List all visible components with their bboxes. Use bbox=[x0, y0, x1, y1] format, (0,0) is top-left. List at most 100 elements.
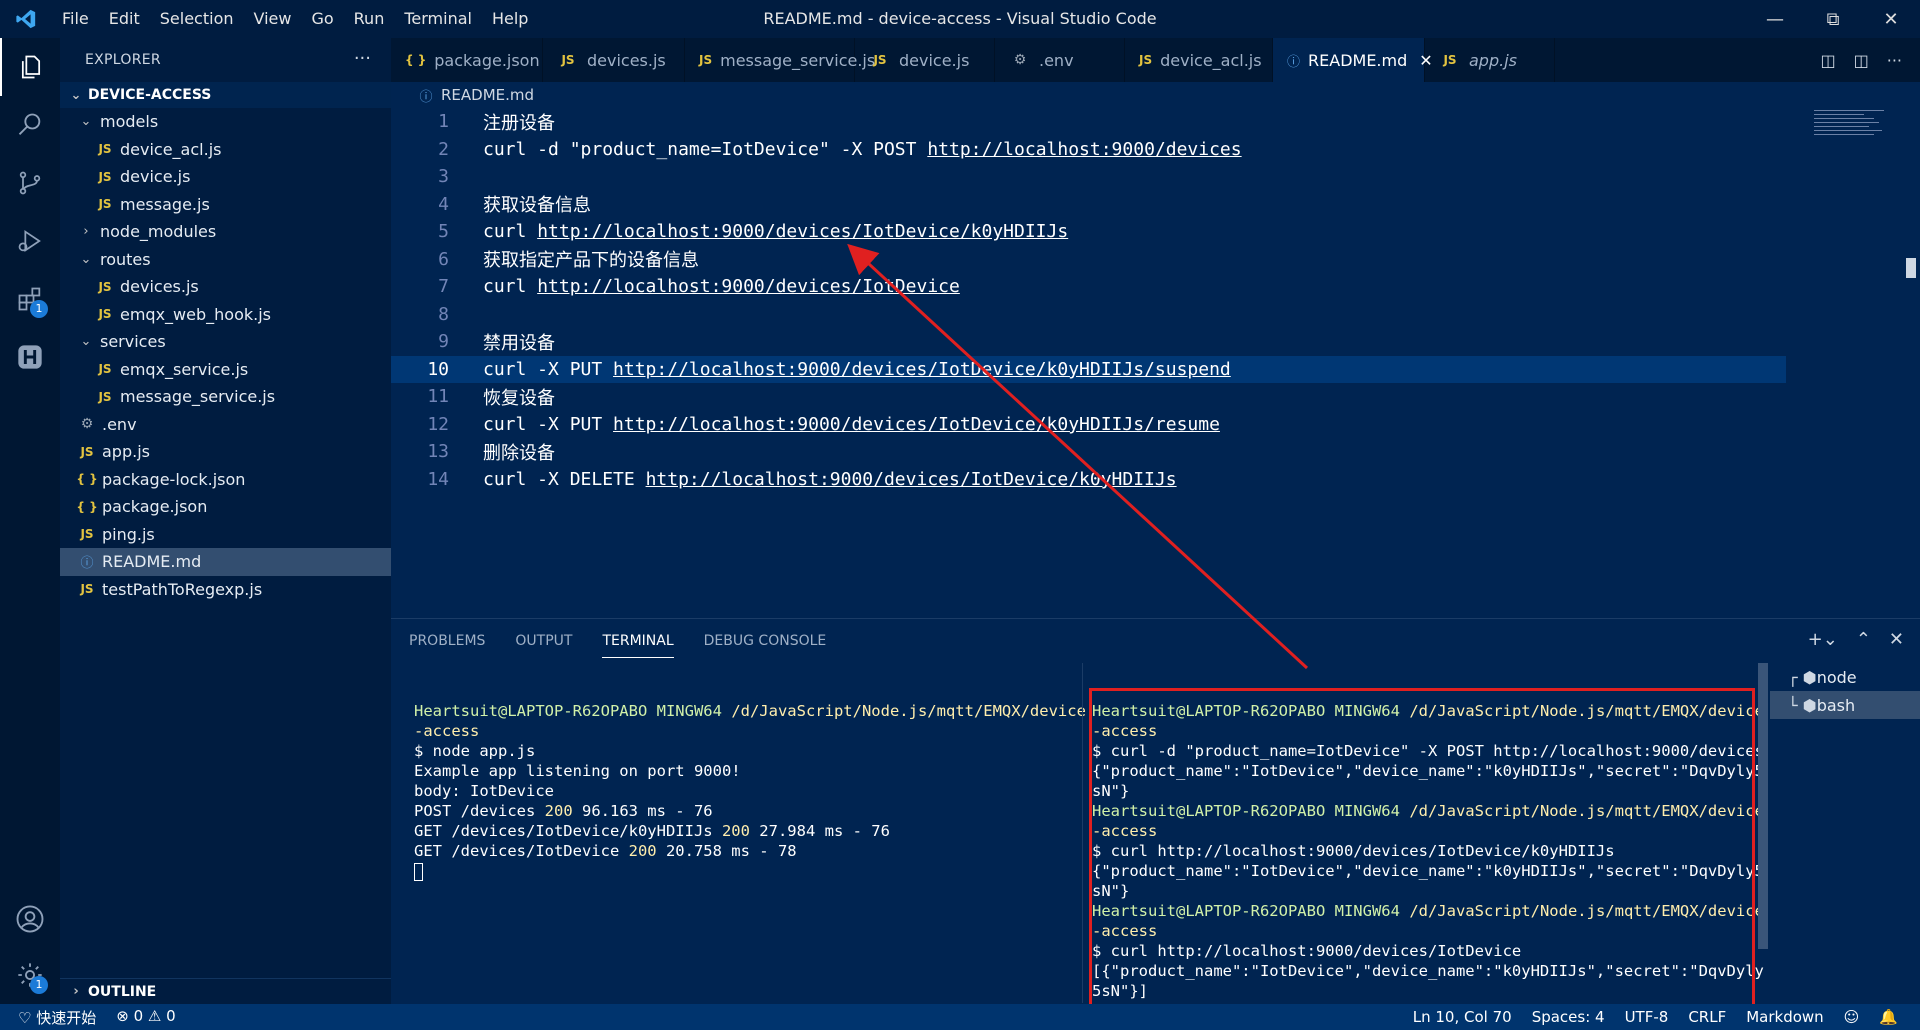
code-line[interactable]: 2 curl -d "product_name=IotDevice" -X POS… bbox=[391, 136, 1786, 164]
tab-devices-js[interactable]: JS devices.js bbox=[543, 38, 685, 82]
terminal-scrollbar[interactable] bbox=[1758, 663, 1768, 949]
maximize-panel-icon[interactable]: ⌃ bbox=[1856, 629, 1871, 650]
code-link[interactable]: http://localhost:9000/devices/IotDevice/… bbox=[613, 359, 1231, 380]
menu-selection[interactable]: Selection bbox=[150, 0, 244, 38]
code-line[interactable]: 8 bbox=[391, 301, 1786, 329]
file-item[interactable]: JS message.js bbox=[60, 191, 391, 219]
terminal-node[interactable]: Heartsuit@LAPTOP-R62OPABO MINGW64 /d/Jav… bbox=[414, 701, 1086, 881]
file-item[interactable]: JS device.js bbox=[60, 163, 391, 191]
terminal-bash[interactable]: Heartsuit@LAPTOP-R62OPABO MINGW64 /d/Jav… bbox=[1092, 701, 1764, 1001]
menu-file[interactable]: File bbox=[52, 0, 99, 38]
file-item[interactable]: ⚙ .env bbox=[60, 411, 391, 439]
file-item[interactable]: JS emqx_web_hook.js bbox=[60, 301, 391, 329]
cursor-position[interactable]: Ln 10, Col 70 bbox=[1413, 1008, 1512, 1026]
folder-item[interactable]: ⌄ models bbox=[60, 108, 391, 136]
more-editor-actions-icon[interactable]: ··· bbox=[1887, 51, 1902, 70]
close-window-icon[interactable]: ✕ bbox=[1862, 0, 1920, 38]
tab-device-js[interactable]: JS device.js bbox=[855, 38, 995, 82]
code-line[interactable]: 3 bbox=[391, 163, 1786, 191]
tab-readme-md[interactable]: ⓘ README.md ✕ bbox=[1273, 38, 1433, 82]
source-control-icon[interactable] bbox=[0, 154, 60, 212]
quick-start-item[interactable]: ♡ 快速开始 bbox=[18, 1007, 96, 1028]
code-line[interactable]: 5 curl http://localhost:9000/devices/IotD… bbox=[391, 218, 1786, 246]
code-line[interactable]: 13 删除设备 bbox=[391, 438, 1786, 466]
search-icon[interactable] bbox=[0, 96, 60, 154]
restore-icon[interactable]: ⧉ bbox=[1804, 0, 1862, 38]
new-terminal-icon[interactable]: +⌄ bbox=[1808, 629, 1838, 650]
more-actions-icon[interactable]: ··· bbox=[354, 48, 371, 69]
code-line[interactable]: 12 curl -X PUT http://localhost:9000/devi… bbox=[391, 411, 1786, 439]
code-link[interactable]: http://localhost:9000/devices/IotDevice/… bbox=[613, 414, 1220, 435]
code-link[interactable]: http://localhost:9000/devices/IotDevice bbox=[537, 276, 960, 297]
folder-item[interactable]: › node_modules bbox=[60, 218, 391, 246]
code-line[interactable]: 10 curl -X PUT http://localhost:9000/devi… bbox=[391, 355, 1786, 383]
file-item[interactable]: ⓘ README.md bbox=[60, 548, 391, 576]
error-count: 0 bbox=[133, 1006, 144, 1025]
code-line[interactable]: 7 curl http://localhost:9000/devices/IotD… bbox=[391, 273, 1786, 301]
file-item[interactable]: JS app.js bbox=[60, 438, 391, 466]
menu-view[interactable]: View bbox=[244, 0, 302, 38]
panel-tab-output[interactable]: OUTPUT bbox=[515, 633, 572, 658]
code-line[interactable]: 4 获取设备信息 bbox=[391, 191, 1786, 219]
encoding[interactable]: UTF-8 bbox=[1625, 1008, 1669, 1026]
menu-help[interactable]: Help bbox=[482, 0, 538, 38]
feedback-icon[interactable]: ☺ bbox=[1844, 1008, 1860, 1026]
tab-message-service-js[interactable]: JS message_service.js bbox=[685, 38, 875, 82]
tab-app-js[interactable]: JS app.js bbox=[1425, 38, 1555, 82]
code-line[interactable]: 9 禁用设备 bbox=[391, 328, 1786, 356]
extensions-icon[interactable]: 1 bbox=[0, 270, 60, 328]
file-item[interactable]: { } package.json bbox=[60, 493, 391, 521]
settings-gear-icon[interactable]: 1 bbox=[0, 946, 60, 1004]
open-preview-icon[interactable]: ◫ bbox=[1820, 51, 1835, 70]
folder-item[interactable]: ⌄ services bbox=[60, 328, 391, 356]
account-icon[interactable] bbox=[0, 890, 60, 948]
file-item[interactable]: JS devices.js bbox=[60, 273, 391, 301]
code-line[interactable]: 11 恢复设备 bbox=[391, 383, 1786, 411]
file-item[interactable]: JS ping.js bbox=[60, 521, 391, 549]
code-link[interactable]: http://localhost:9000/devices/IotDevice/… bbox=[646, 469, 1177, 490]
panel-tab-problems[interactable]: PROBLEMS bbox=[409, 633, 485, 658]
code-editor[interactable]: 1 注册设备 2 curl -d "product_name=IotDevice" -… bbox=[391, 108, 1920, 618]
menu-edit[interactable]: Edit bbox=[99, 0, 150, 38]
line-ending[interactable]: CRLF bbox=[1688, 1008, 1726, 1026]
language-mode[interactable]: Markdown bbox=[1746, 1008, 1823, 1026]
file-item[interactable]: JS message_service.js bbox=[60, 383, 391, 411]
breadcrumb[interactable]: ⓘ README.md bbox=[415, 84, 534, 106]
folder-item[interactable]: ⌄ routes bbox=[60, 246, 391, 274]
tab-package-json[interactable]: { } package.json bbox=[391, 38, 543, 82]
terminal-instance[interactable]: ┌ ⬢ node bbox=[1770, 663, 1920, 691]
code-line[interactable]: 14 curl -X DELETE http://localhost:9000/d… bbox=[391, 466, 1786, 494]
menu-run[interactable]: Run bbox=[344, 0, 395, 38]
explorer-icon[interactable] bbox=[0, 38, 60, 96]
close-panel-icon[interactable]: ✕ bbox=[1889, 629, 1904, 650]
file-item[interactable]: { } package-lock.json bbox=[60, 466, 391, 494]
file-item[interactable]: JS testPathToRegexp.js bbox=[60, 576, 391, 604]
problems-summary[interactable]: ⊗ 0 ⚠ 0 bbox=[116, 1007, 175, 1028]
code-link[interactable]: http://localhost:9000/devices bbox=[927, 139, 1241, 160]
tab-device-acl-js[interactable]: JS device_acl.js bbox=[1125, 38, 1273, 82]
tab--env[interactable]: ⚙ .env bbox=[995, 38, 1125, 82]
menu-terminal[interactable]: Terminal bbox=[394, 0, 482, 38]
code-link[interactable]: http://localhost:9000/devices/IotDevice/… bbox=[537, 221, 1068, 242]
minimap[interactable] bbox=[1814, 108, 1894, 148]
terminal-instance[interactable]: └ ⬢ bash bbox=[1770, 691, 1920, 719]
outline-section[interactable]: › OUTLINE bbox=[60, 978, 391, 1004]
panel-tab-debug-console[interactable]: DEBUG CONSOLE bbox=[704, 633, 827, 658]
panel-tab-terminal[interactable]: TERMINAL bbox=[602, 633, 674, 658]
minimize-icon[interactable]: — bbox=[1746, 0, 1804, 38]
code-line[interactable]: 6 获取指定产品下的设备信息 bbox=[391, 246, 1786, 274]
h-extension-icon[interactable] bbox=[0, 328, 60, 386]
split-editor-icon[interactable]: ◫ bbox=[1854, 51, 1869, 70]
editor-scrollbar[interactable] bbox=[1906, 258, 1916, 278]
file-item[interactable]: JS emqx_service.js bbox=[60, 356, 391, 384]
terminal-output: [{"product_name":"IotDevice","device_nam… bbox=[1092, 962, 1764, 980]
js-file-icon: JS bbox=[561, 53, 575, 67]
run-debug-icon[interactable] bbox=[0, 212, 60, 270]
file-item[interactable]: JS device_acl.js bbox=[60, 136, 391, 164]
notifications-icon[interactable]: 🔔 bbox=[1879, 1008, 1898, 1026]
menu-go[interactable]: Go bbox=[301, 0, 343, 38]
indentation[interactable]: Spaces: 4 bbox=[1532, 1008, 1605, 1026]
code-line[interactable]: 1 注册设备 bbox=[391, 108, 1786, 136]
project-section[interactable]: ⌄ DEVICE-ACCESS bbox=[60, 82, 391, 108]
terminal-split-divider[interactable] bbox=[1082, 663, 1083, 1003]
